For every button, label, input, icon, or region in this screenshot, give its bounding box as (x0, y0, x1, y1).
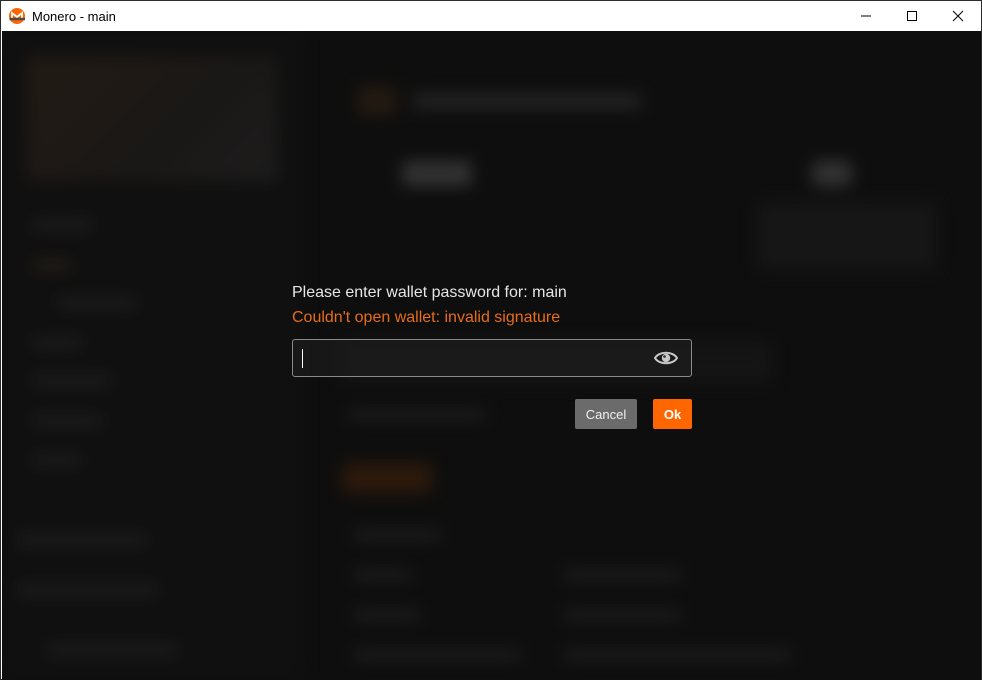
password-dialog: Please enter wallet password for: main C… (292, 281, 694, 431)
minimize-icon (861, 15, 871, 17)
close-button[interactable] (935, 1, 981, 31)
app-window: Monero - main Please enter wallet passwo… (0, 0, 982, 680)
password-prompt: Please enter wallet password for: main (292, 284, 567, 301)
monero-logo-icon (9, 8, 25, 24)
cancel-button[interactable]: Cancel (575, 399, 637, 429)
password-input[interactable] (305, 340, 649, 378)
close-icon (952, 10, 964, 22)
eye-icon[interactable] (653, 347, 679, 369)
maximize-icon (907, 11, 917, 21)
window-title: Monero - main (32, 9, 116, 24)
error-message: Couldn't open wallet: invalid signature (292, 309, 561, 326)
minimize-button[interactable] (843, 1, 889, 31)
text-caret (302, 349, 303, 368)
password-field[interactable] (292, 339, 692, 378)
maximize-button[interactable] (889, 1, 935, 31)
ok-button[interactable]: Ok (653, 399, 692, 429)
title-bar[interactable]: Monero - main (1, 1, 981, 31)
app-content: Please enter wallet password for: main C… (2, 31, 981, 680)
